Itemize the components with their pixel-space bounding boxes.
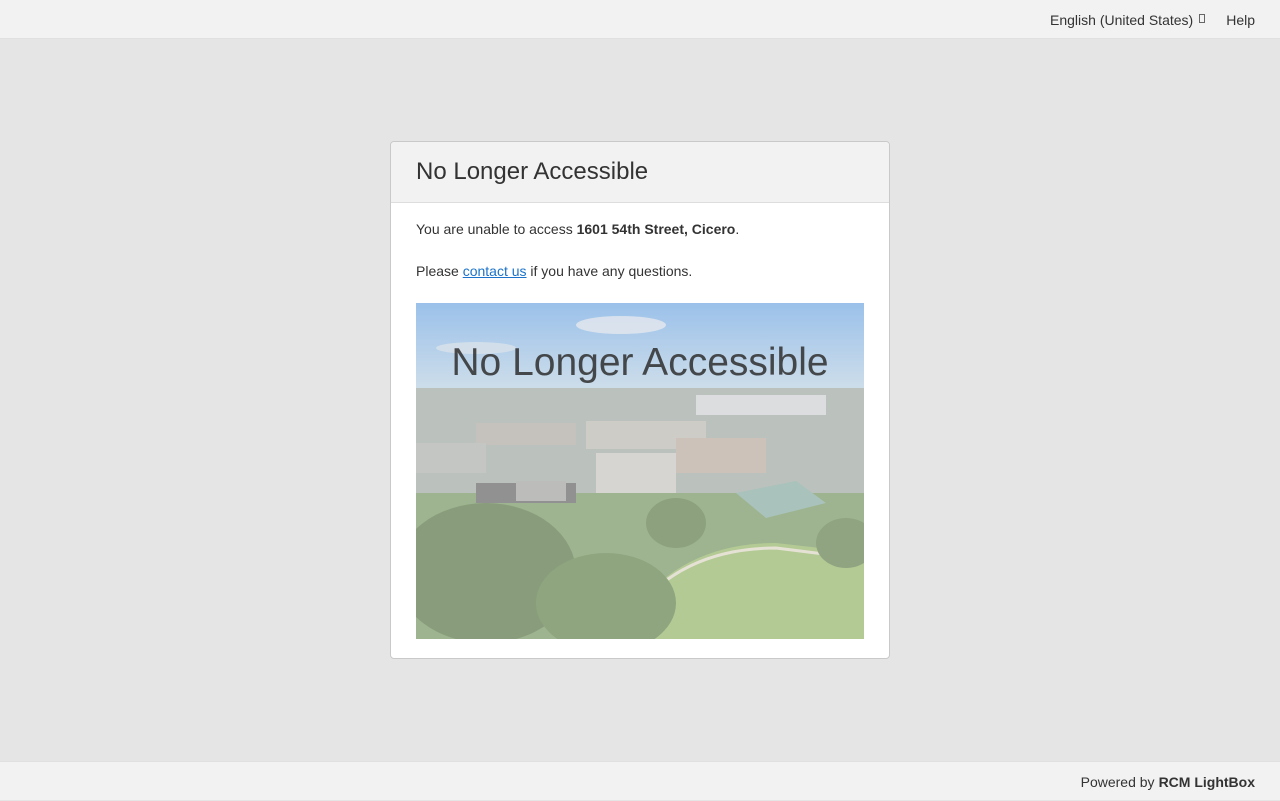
powered-by: Powered by RCM LightBox (1081, 762, 1255, 801)
property-address: 1601 54th Street, Cicero (576, 221, 736, 237)
brand-name: RCM LightBox (1158, 773, 1255, 790)
top-bar-menu: English (United States) Help (1050, 0, 1255, 39)
photo-caption: No Longer Accessible (451, 341, 829, 384)
card-body: You are unable to access 1601 54th Stree… (391, 203, 889, 639)
top-bar: English (United States) Help (0, 0, 1280, 39)
help-link[interactable]: Help (1226, 12, 1255, 28)
contact-message-prefix: Please (416, 263, 459, 279)
contact-us-link[interactable]: contact us (463, 263, 527, 279)
language-selector[interactable]: English (United States) (1050, 11, 1206, 28)
caret-icon (1199, 14, 1206, 23)
contact-message: Please contact us if you have any questi… (416, 261, 864, 281)
access-message-suffix: . (735, 221, 740, 237)
contact-message-suffix: if you have any questions. (530, 263, 693, 279)
access-message: You are unable to access 1601 54th Stree… (416, 219, 864, 239)
card-title: No Longer Accessible (416, 158, 649, 185)
property-photo: No Longer Accessible (416, 303, 864, 639)
card-header: No Longer Accessible (391, 142, 889, 203)
language-label: English (United States) (1050, 11, 1194, 28)
access-message-prefix: You are unable to access (416, 221, 573, 237)
footer: Powered by RCM LightBox (0, 761, 1280, 800)
notice-card: No Longer Accessible You are unable to a… (390, 141, 890, 659)
powered-by-label: Powered by (1080, 773, 1155, 790)
